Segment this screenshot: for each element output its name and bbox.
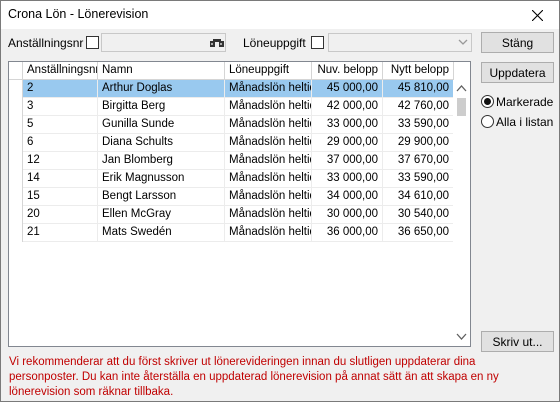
- row-header[interactable]: [9, 170, 23, 188]
- col-wage-type[interactable]: Löneuppgift: [225, 62, 312, 80]
- table-row[interactable]: 15 Bengt Larsson Månadslön heltid 34 000,00…: [9, 188, 454, 206]
- employee-no-label: Anställningsnr: [8, 36, 84, 50]
- table-row[interactable]: 6 Diana Schults Månadslön heltid 29 000,00 2…: [9, 134, 454, 152]
- table-row[interactable]: 5 Gunilla Sunde Månadslön heltid 33 000,00 3…: [9, 116, 454, 134]
- row-header[interactable]: [9, 134, 23, 152]
- cell-wage-type[interactable]: Månadslön heltid: [225, 188, 312, 206]
- radio-all-in-list-label[interactable]: Alla i listan: [496, 115, 553, 129]
- cell-employee-no[interactable]: 12: [23, 152, 98, 170]
- cell-employee-no[interactable]: 15: [23, 188, 98, 206]
- cell-employee-no[interactable]: 21: [23, 224, 98, 242]
- cell-new-amount[interactable]: 34 610,00: [383, 188, 454, 206]
- cell-employee-no[interactable]: 20: [23, 206, 98, 224]
- table-row[interactable]: 20 Ellen McGray Månadslön heltid 30 000,00 3…: [9, 206, 454, 224]
- cell-name[interactable]: Arthur Doglas: [98, 80, 225, 98]
- cell-wage-type[interactable]: Månadslön heltid: [225, 80, 312, 98]
- cell-employee-no[interactable]: 14: [23, 170, 98, 188]
- cell-current-amount[interactable]: 33 000,00: [312, 170, 383, 188]
- scrollbar-thumb[interactable]: [457, 98, 466, 116]
- cell-name[interactable]: Erik Magnusson: [98, 170, 225, 188]
- window-close-button[interactable]: [515, 1, 559, 29]
- vertical-scrollbar[interactable]: [453, 80, 470, 346]
- wage-type-checkbox[interactable]: [311, 36, 324, 49]
- cell-wage-type[interactable]: Månadslön heltid: [225, 116, 312, 134]
- cell-current-amount[interactable]: 37 000,00: [312, 152, 383, 170]
- cell-current-amount[interactable]: 33 000,00: [312, 116, 383, 134]
- row-header[interactable]: [9, 206, 23, 224]
- cell-employee-no[interactable]: 6: [23, 134, 98, 152]
- radio-selected-rows-label[interactable]: Markerade: [496, 95, 553, 109]
- row-header-corner: [9, 62, 23, 80]
- col-name[interactable]: Namn: [98, 62, 225, 80]
- close-icon: [531, 9, 543, 21]
- employee-no-checkbox[interactable]: [86, 36, 99, 49]
- employee-no-field[interactable]: [101, 33, 226, 52]
- col-current-amount[interactable]: Nuv. belopp: [312, 62, 383, 80]
- cell-new-amount[interactable]: 29 900,00: [383, 134, 454, 152]
- cell-name[interactable]: Gunilla Sunde: [98, 116, 225, 134]
- table-header: Anställningsnr Namn Löneuppgift Nuv. bel…: [9, 62, 470, 80]
- cell-wage-type[interactable]: Månadslön heltid: [225, 206, 312, 224]
- cell-wage-type[interactable]: Månadslön heltid: [225, 224, 312, 242]
- cell-current-amount[interactable]: 42 000,00: [312, 98, 383, 116]
- scroll-up-icon[interactable]: [456, 84, 467, 93]
- cell-employee-no[interactable]: 2: [23, 80, 98, 98]
- title-bar: Crona Lön - Lönerevision: [1, 1, 559, 29]
- cell-new-amount[interactable]: 33 590,00: [383, 116, 454, 134]
- cell-new-amount[interactable]: 42 760,00: [383, 98, 454, 116]
- binoculars-icon[interactable]: [210, 38, 224, 48]
- cell-current-amount[interactable]: 45 000,00: [312, 80, 383, 98]
- wage-type-label: Löneuppgift: [243, 36, 306, 50]
- warning-message: Vi rekommenderar att du först skriver ut…: [9, 356, 499, 398]
- table-row[interactable]: 12 Jan Blomberg Månadslön heltid 37 000,00 3…: [9, 152, 454, 170]
- window-title: Crona Lön - Lönerevision: [8, 7, 149, 21]
- row-header[interactable]: [9, 116, 23, 134]
- col-employee-no[interactable]: Anställningsnr: [23, 62, 98, 80]
- update-button[interactable]: Uppdatera: [481, 62, 554, 83]
- cell-new-amount[interactable]: 37 670,00: [383, 152, 454, 170]
- chevron-down-icon: [458, 39, 468, 45]
- cell-current-amount[interactable]: 36 000,00: [312, 224, 383, 242]
- cell-name[interactable]: Ellen McGray: [98, 206, 225, 224]
- wage-type-combo[interactable]: [328, 33, 472, 52]
- row-header[interactable]: [9, 152, 23, 170]
- table-row[interactable]: 2 Arthur Doglas Månadslön heltid 45 000,00 4…: [9, 80, 454, 98]
- cell-name[interactable]: Diana Schults: [98, 134, 225, 152]
- table-row[interactable]: 21 Mats Swedén Månadslön heltid 36 000,00 36…: [9, 224, 454, 242]
- table-row[interactable]: 3 Birgitta Berg Månadslön heltid 42 000,00 4…: [9, 98, 454, 116]
- cell-current-amount[interactable]: 34 000,00: [312, 188, 383, 206]
- cell-new-amount[interactable]: 33 590,00: [383, 170, 454, 188]
- row-header[interactable]: [9, 80, 23, 98]
- cell-current-amount[interactable]: 30 000,00: [312, 206, 383, 224]
- cell-employee-no[interactable]: 5: [23, 116, 98, 134]
- cell-wage-type[interactable]: Månadslön heltid: [225, 170, 312, 188]
- cell-wage-type[interactable]: Månadslön heltid: [225, 152, 312, 170]
- main-window: Crona Lön - Lönerevision Anställningsnr …: [0, 0, 560, 402]
- cell-new-amount[interactable]: 36 650,00: [383, 224, 454, 242]
- close-button[interactable]: Stäng: [481, 32, 554, 53]
- cell-wage-type[interactable]: Månadslön heltid: [225, 134, 312, 152]
- cell-name[interactable]: Bengt Larsson: [98, 188, 225, 206]
- revision-table: Anställningsnr Namn Löneuppgift Nuv. bel…: [8, 61, 471, 347]
- radio-selected-rows[interactable]: [481, 95, 494, 108]
- cell-wage-type[interactable]: Månadslön heltid: [225, 98, 312, 116]
- cell-current-amount[interactable]: 29 000,00: [312, 134, 383, 152]
- print-button[interactable]: Skriv ut...: [481, 331, 554, 352]
- row-header[interactable]: [9, 188, 23, 206]
- row-header[interactable]: [9, 224, 23, 242]
- radio-all-in-list[interactable]: [481, 115, 494, 128]
- table-row[interactable]: 14 Erik Magnusson Månadslön heltid 33 000,0…: [9, 170, 454, 188]
- cell-name[interactable]: Mats Swedén: [98, 224, 225, 242]
- row-header[interactable]: [9, 98, 23, 116]
- cell-new-amount[interactable]: 30 540,00: [383, 206, 454, 224]
- scroll-down-icon[interactable]: [456, 332, 467, 341]
- cell-employee-no[interactable]: 3: [23, 98, 98, 116]
- cell-new-amount[interactable]: 45 810,00: [383, 80, 454, 98]
- cell-name[interactable]: Jan Blomberg: [98, 152, 225, 170]
- cell-name[interactable]: Birgitta Berg: [98, 98, 225, 116]
- col-new-amount[interactable]: Nytt belopp: [383, 62, 454, 80]
